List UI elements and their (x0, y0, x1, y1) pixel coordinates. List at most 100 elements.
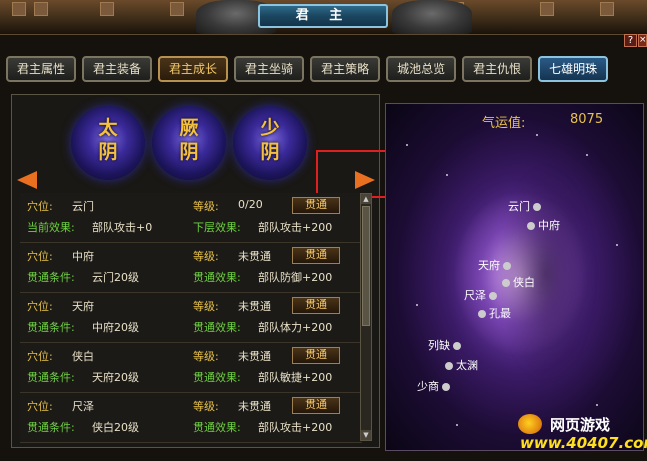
scroll-up-icon[interactable]: ▲ (361, 194, 371, 204)
scenery-tile (100, 2, 114, 16)
tab-lord-hatred[interactable]: 君主仇恨 (462, 56, 533, 82)
acupoint-dot (533, 203, 541, 211)
tab-city-overview[interactable]: 城池总览 (386, 56, 457, 82)
star (596, 404, 598, 406)
acupoint-chize[interactable]: 尺泽 (464, 287, 500, 303)
acupoint-tianfu[interactable]: 天府 (478, 257, 514, 273)
dragon-ornament-right (392, 0, 472, 34)
tab-lord-attributes[interactable]: 君主属性 (6, 56, 77, 82)
tab-lord-mount[interactable]: 君主坐骑 (234, 56, 305, 82)
meridian-name: 厥 阴 (179, 117, 199, 163)
site-watermark: 网页游戏 www.40407.com (510, 412, 647, 458)
star (536, 134, 538, 136)
point-name: 中府 (72, 250, 94, 263)
point-name: 侠白 (72, 350, 94, 363)
question-icon[interactable]: ? (624, 34, 637, 47)
acupoint-dot (445, 362, 453, 370)
pass-effect-value: 部队攻击+200 (258, 421, 333, 434)
pass-effect-label: 贯通效果: (193, 421, 241, 434)
window-title: 君 主 (258, 4, 388, 28)
scenery-tile (34, 2, 48, 16)
list-item: 穴位: 云门 等级: 0/20 贯通 当前效果: 部队攻击+0 下层效果: 部队… (20, 193, 362, 243)
tab-bar: 君主属性 君主装备 君主成长 君主坐骑 君主策略 城池总览 君主仇恨 七雄明珠 (6, 56, 609, 82)
level-value: 未贯通 (238, 250, 271, 263)
pass-effect-label: 贯通效果: (193, 371, 241, 384)
point-name: 天府 (72, 300, 94, 313)
level-value: 未贯通 (238, 400, 271, 413)
star (406, 144, 408, 146)
list-item: 穴位: 侠白 等级: 未贯通 贯通 贯通条件: 天府20级 贯通效果: 部队敏捷… (20, 343, 362, 393)
tab-lord-strategy[interactable]: 君主策略 (310, 56, 381, 82)
meridian-orb-jueyin[interactable]: 厥 阴 (152, 106, 226, 180)
star (456, 424, 458, 426)
prev-arrow-icon[interactable] (17, 171, 37, 189)
level-label: 等级: (193, 400, 219, 413)
scenery-tile (12, 2, 26, 16)
point-label: 穴位: (27, 250, 53, 263)
scroll-down-icon[interactable]: ▼ (361, 430, 371, 440)
acupoint-dot (442, 383, 450, 391)
scroll-thumb[interactable] (362, 206, 370, 326)
point-label: 穴位: (27, 200, 53, 213)
list-item: 穴位: 天府 等级: 未贯通 贯通 贯通条件: 中府20级 贯通效果: 部队体力… (20, 293, 362, 343)
condition-label: 贯通条件: (27, 271, 75, 284)
meridian-orb-shaoyin[interactable]: 少 阴 (233, 106, 307, 180)
point-name: 尺泽 (72, 400, 94, 413)
level-label: 等级: (193, 350, 219, 363)
scenery-tile (600, 2, 614, 16)
watermark-line1: 网页游戏 (550, 416, 611, 434)
condition-value: 侠白20级 (92, 421, 139, 434)
tab-lord-growth[interactable]: 君主成长 (158, 56, 229, 82)
pass-effect-label: 贯通效果: (193, 271, 241, 284)
level-label: 等级: (193, 300, 219, 313)
point-label: 穴位: (27, 350, 53, 363)
condition-label: 贯通条件: (27, 371, 75, 384)
tab-lord-equipment[interactable]: 君主装备 (82, 56, 153, 82)
star (586, 154, 588, 156)
point-name: 云门 (72, 200, 94, 213)
acupoint-taiyuan[interactable]: 太渊 (442, 357, 478, 373)
tab-seven-pearls[interactable]: 七雄明珠 (538, 56, 609, 82)
level-label: 等级: (193, 200, 219, 213)
acupoint-kongzui[interactable]: 孔最 (475, 305, 511, 321)
meridian-orb-taiyin[interactable]: 太 阴 (71, 106, 145, 180)
next-effect-value: 部队攻击+200 (258, 221, 333, 234)
level-value: 未贯通 (238, 300, 271, 313)
condition-label: 贯通条件: (27, 421, 75, 434)
close-icon[interactable]: × (638, 34, 647, 47)
luck-value: 8075 (570, 112, 604, 127)
pass-effect-value: 部队敏捷+200 (258, 371, 333, 384)
acupoint-zhongfu[interactable]: 中府 (524, 217, 560, 233)
pass-effect-label: 贯通效果: (193, 321, 241, 334)
condition-value: 云门20级 (92, 271, 139, 284)
scenery-tile (170, 2, 184, 16)
pass-button[interactable]: 贯通 (292, 247, 340, 264)
acupoint-dot (489, 292, 497, 300)
effect-label: 当前效果: (27, 221, 75, 234)
condition-value: 中府20级 (92, 321, 139, 334)
condition-label: 贯通条件: (27, 321, 75, 334)
acupoint-lieque[interactable]: 列缺 (428, 337, 464, 353)
list-item: 穴位: 中府 等级: 未贯通 贯通 贯通条件: 云门20级 贯通效果: 部队防御… (20, 243, 362, 293)
acupoint-shaoshang[interactable]: 少商 (417, 378, 453, 394)
pass-button[interactable]: 贯通 (292, 297, 340, 314)
luck-label: 气运值: (482, 116, 526, 131)
effect-value: 部队攻击+0 (92, 221, 153, 234)
pass-button[interactable]: 贯通 (292, 197, 340, 214)
acupoint-dot (453, 342, 461, 350)
pass-effect-value: 部队体力+200 (258, 321, 333, 334)
level-label: 等级: (193, 250, 219, 263)
pass-button[interactable]: 贯通 (292, 397, 340, 414)
meridian-name: 太 阴 (98, 117, 118, 163)
pass-effect-value: 部队防御+200 (258, 271, 333, 284)
acupoint-dot (478, 310, 486, 318)
scenery-tile (540, 2, 554, 16)
acupoint-dot (502, 279, 510, 287)
pass-button[interactable]: 贯通 (292, 347, 340, 364)
point-label: 穴位: (27, 300, 53, 313)
list-scrollbar[interactable]: ▲ ▼ (360, 193, 372, 441)
acupoint-xiabai[interactable]: 侠白 (499, 274, 535, 290)
meridian-name: 少 阴 (260, 117, 280, 163)
level-value: 0/20 (238, 198, 263, 211)
acupoint-yunmen[interactable]: 云门 (508, 198, 544, 214)
